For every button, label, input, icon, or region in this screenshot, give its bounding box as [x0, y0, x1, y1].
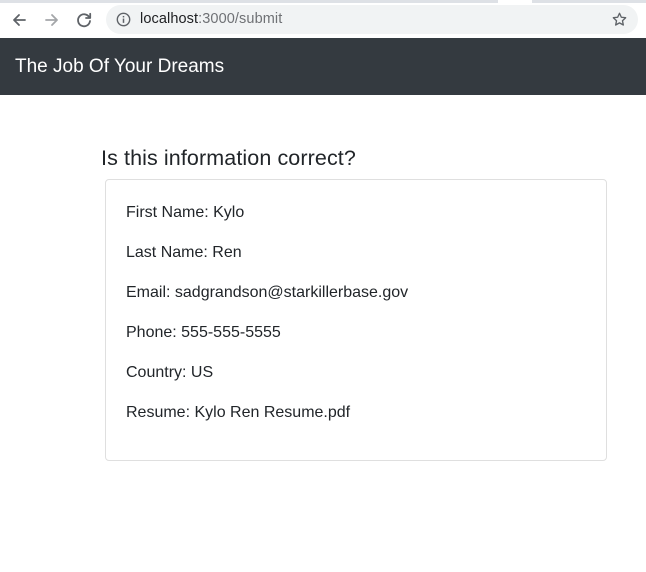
country-field: Country: US	[126, 364, 214, 381]
url-path: :3000/submit	[198, 11, 283, 27]
phone-field: Phone: 555-555-5555	[126, 324, 281, 341]
info-circle-icon[interactable]	[116, 12, 131, 27]
last-name-field: Last Name: Ren	[126, 244, 242, 261]
address-bar[interactable]: localhost:3000/submit	[106, 5, 638, 34]
star-outline-icon[interactable]	[611, 11, 628, 28]
info-card: First Name: Kylo Last Name: Ren Email: s…	[105, 179, 607, 461]
browser-toolbar: localhost:3000/submit	[0, 0, 646, 38]
arrow-right-icon	[45, 14, 58, 26]
navbar: The Job Of Your Dreams	[0, 38, 646, 95]
tab-strip	[0, 0, 646, 3]
reload-button[interactable]	[73, 9, 95, 31]
arrow-left-icon	[13, 14, 26, 26]
navbar-brand[interactable]: The Job Of Your Dreams	[15, 56, 224, 78]
reload-icon	[77, 12, 92, 28]
back-button[interactable]	[8, 9, 30, 31]
resume-field: Resume: Kylo Ren Resume.pdf	[126, 404, 351, 421]
first-name-field: First Name: Kylo	[126, 204, 245, 221]
email-field: Email: sadgrandson@starkillerbase.gov	[126, 284, 409, 301]
active-tab-edge	[498, 0, 532, 3]
url-host: localhost	[140, 11, 199, 27]
forward-button[interactable]	[41, 9, 63, 31]
page-title: Is this information correct?	[101, 146, 356, 170]
url-text[interactable]: localhost:3000/submit	[140, 11, 282, 28]
